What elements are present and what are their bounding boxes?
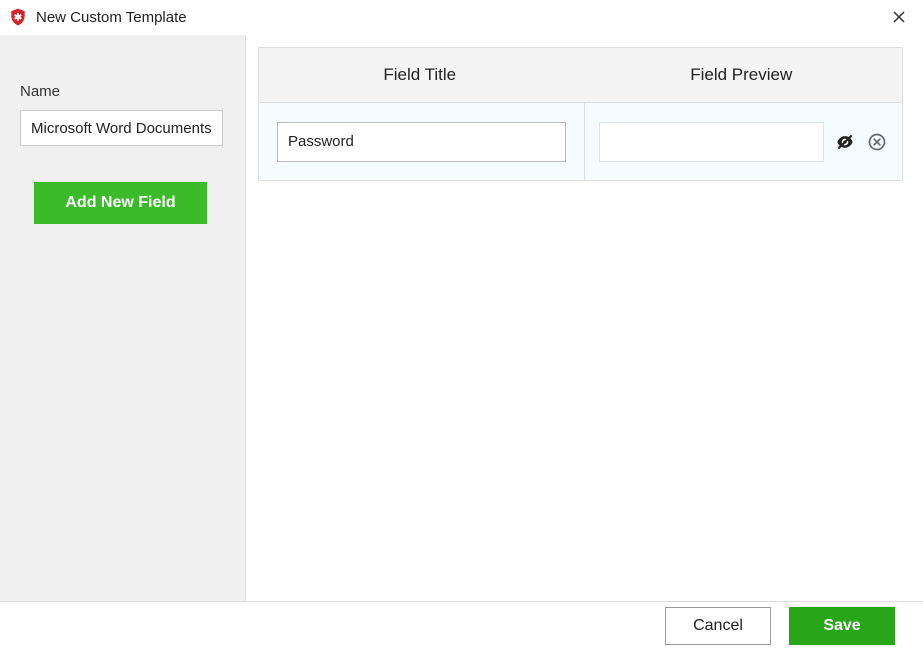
cancel-button[interactable]: Cancel [665, 607, 771, 645]
dialog-title: New Custom Template [36, 9, 887, 26]
visibility-toggle-icon[interactable] [834, 131, 856, 153]
field-header-row: Field Title Field Preview [258, 47, 903, 103]
svg-text:✱: ✱ [14, 12, 23, 23]
table-row [258, 103, 903, 181]
footer-bar: Cancel Save [0, 601, 923, 649]
sidebar: Name Add New Field [0, 35, 246, 601]
field-title-cell [259, 103, 585, 180]
field-title-input[interactable] [277, 122, 566, 162]
main-body: Name Add New Field Field Title Field Pre… [0, 34, 923, 601]
content-area: Field Title Field Preview [246, 35, 923, 601]
column-header-preview: Field Preview [581, 65, 903, 85]
shield-icon: ✱ [8, 7, 28, 27]
name-label: Name [20, 83, 223, 100]
close-icon[interactable] [887, 5, 911, 29]
column-header-title: Field Title [259, 65, 581, 85]
add-new-field-button[interactable]: Add New Field [34, 182, 207, 224]
remove-field-icon[interactable] [866, 131, 888, 153]
field-preview-cell [585, 103, 902, 180]
template-name-input[interactable] [20, 110, 223, 146]
save-button[interactable]: Save [789, 607, 895, 645]
field-preview-input[interactable] [599, 122, 824, 162]
title-bar: ✱ New Custom Template [0, 0, 923, 34]
